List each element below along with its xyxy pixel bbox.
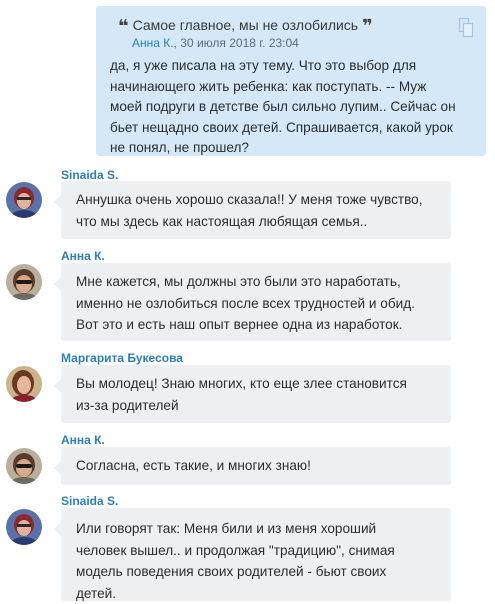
post-author-link[interactable]: Анна К. [61, 433, 105, 447]
post-line: Или говорят так: Меня били и из меня хор… [76, 518, 436, 540]
post-line: Вот это и есть наш опыт вернее одна из н… [76, 314, 436, 336]
post-line: именно не озлобиться после всех трудност… [76, 293, 436, 315]
post-line: Аннушка очень хорошо сказала!! У меня то… [76, 189, 436, 211]
post-bubble: Или говорят так: Меня били и из меня хор… [61, 508, 451, 601]
quote-author-link[interactable]: Анна К. [132, 36, 174, 50]
quote-line: да, я уже писала на эту тему. Что это вы… [110, 56, 480, 77]
quote-line: бьет нещадно своих детей. Спрашивается, … [110, 118, 480, 139]
post-author-link[interactable]: Sinaida S. [61, 168, 118, 182]
avatar[interactable] [6, 264, 42, 300]
open-quote-icon: ❝ [118, 16, 129, 36]
post-line: человек вышел.. и продолжая "традицию", … [76, 540, 436, 562]
avatar[interactable] [6, 182, 42, 218]
quote-line: начинающего жить ребенка: как поступать.… [110, 77, 480, 98]
avatar[interactable] [6, 509, 42, 545]
copy-icon[interactable] [458, 17, 474, 41]
post-line: Вы молодец! Знаю многих, кто еще злее ст… [76, 373, 436, 395]
avatar[interactable] [6, 448, 42, 484]
avatar[interactable] [6, 366, 42, 402]
post-author-link[interactable]: Sinaida S. [61, 494, 118, 508]
post-line: модель поведения своих родителей - бьют … [76, 561, 436, 583]
quote-line: моей подруги в детстве был сильно лупим.… [110, 97, 480, 118]
quote-header: ❝Самое главное, мы не озлобились❞ [114, 16, 377, 37]
quote-line: не понял, не прошел? [110, 138, 480, 159]
post-bubble: Согласна, есть такие, и многих знаю! [61, 447, 451, 485]
quote-date: , 30 июля 2018 г. 23:04 [174, 36, 299, 50]
quote-meta: Анна К., 30 июля 2018 г. 23:04 [132, 36, 299, 50]
quote-text: да, я уже писала на эту тему. Что это вы… [110, 56, 480, 159]
post-author-link[interactable]: Анна К. [61, 249, 105, 263]
post-line: Согласна, есть такие, и многих знаю! [76, 455, 436, 477]
post-bubble: Мне кажется, мы должны это были это нара… [61, 263, 451, 341]
quote-title: Самое главное, мы не озлобились [133, 17, 359, 33]
post-line: что мы здесь как настоящая любящая семья… [76, 211, 436, 233]
post-author-link[interactable]: Маргарита Букесова [61, 351, 183, 365]
close-quote-icon: ❞ [362, 16, 373, 36]
post-bubble: Вы молодец! Знаю многих, кто еще злее ст… [61, 365, 451, 423]
post-line: Мне кажется, мы должны это были это нара… [76, 271, 436, 293]
post-bubble: Аннушка очень хорошо сказала!! У меня то… [61, 181, 451, 239]
quoted-message: ❝Самое главное, мы не озлобились❞ Анна К… [96, 6, 486, 156]
post-line: из-за родителей [76, 395, 436, 417]
